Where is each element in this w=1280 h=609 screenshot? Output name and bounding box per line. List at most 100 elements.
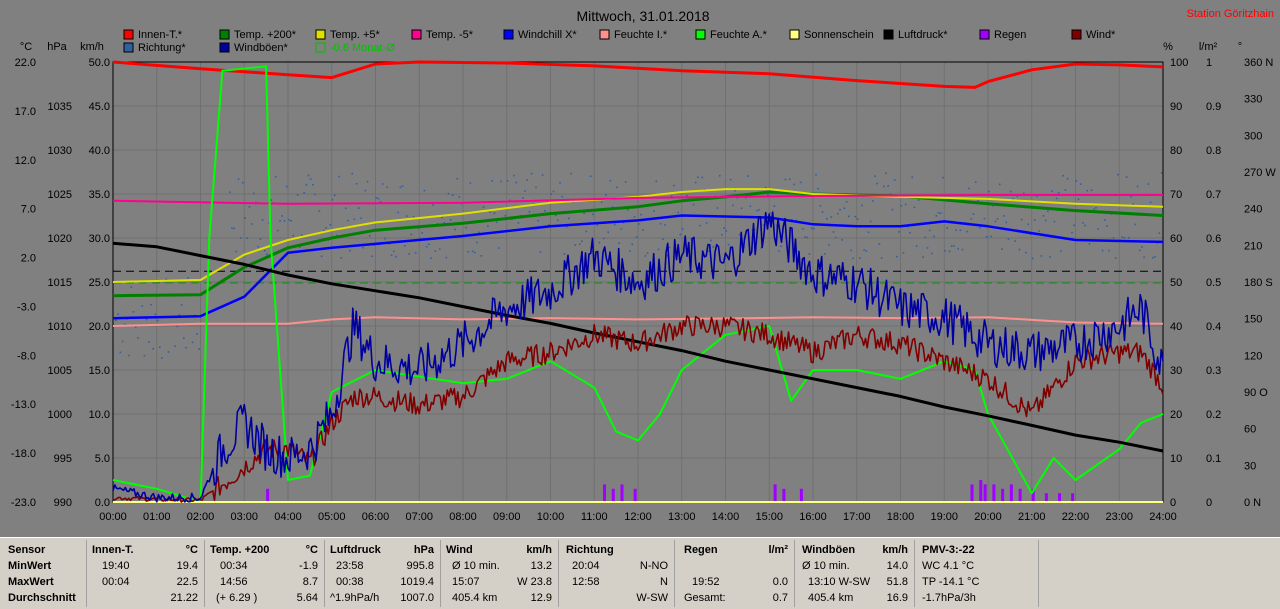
y-tick-pressure: 1015 <box>48 277 72 289</box>
regen-total-value: 0.7 <box>772 592 788 604</box>
direction-dot <box>414 252 417 254</box>
direction-dot <box>802 228 804 230</box>
direction-dot <box>237 178 240 180</box>
direction-dot <box>377 197 380 200</box>
direction-dot <box>854 215 857 218</box>
direction-dot <box>1154 256 1156 258</box>
direction-dot <box>961 248 964 251</box>
y-tick-humidity: 40 <box>1170 321 1182 333</box>
direction-dot <box>946 227 949 229</box>
direction-dot <box>248 205 251 208</box>
x-tick-label: 24:00 <box>1149 511 1177 523</box>
direction-dot <box>878 243 881 245</box>
x-tick-label: 05:00 <box>318 511 346 523</box>
direction-dot <box>985 236 988 238</box>
direction-dot <box>1114 257 1117 259</box>
unit-rain: l/m² <box>1199 41 1218 53</box>
innen-avg-value: 21.22 <box>170 592 198 604</box>
rain-bar <box>782 488 786 502</box>
direction-dot <box>283 220 286 222</box>
direction-dot <box>568 217 570 220</box>
direction-dot <box>1095 207 1097 209</box>
y-tick-temp: -8.0 <box>17 350 36 362</box>
x-tick-label: 01:00 <box>143 511 171 523</box>
direction-dot <box>185 346 187 349</box>
y-tick-direction: 360 N <box>1244 57 1273 69</box>
direction-dot <box>876 182 879 185</box>
legend-swatch <box>695 29 706 40</box>
stats-temp200: Temp. +200 °C 00:34 -1.9 14:56 8.7 (+ 6.29 … <box>206 538 322 609</box>
direction-dot <box>974 181 977 183</box>
direction-dot <box>158 346 161 348</box>
direction-dot <box>813 227 815 230</box>
stats-row-min: MinWert <box>8 560 52 572</box>
direction-dot <box>552 190 555 193</box>
direction-dot <box>686 194 688 197</box>
direction-dot <box>887 184 889 187</box>
legend-label: Feuchte A.* <box>710 29 768 41</box>
unit-pressure: hPa <box>47 41 67 53</box>
direction-dot <box>1077 198 1080 201</box>
y-tick-direction: 180 S <box>1244 277 1273 289</box>
direction-dot <box>399 186 402 189</box>
stats-regen: Regen l/m² 19:52 0.0 Gesamt: 0.7 <box>676 538 792 609</box>
direction-dot <box>471 250 474 253</box>
direction-dot <box>644 255 647 257</box>
direction-dot <box>191 341 194 344</box>
rain-bar <box>773 484 777 502</box>
direction-dot <box>130 286 133 288</box>
direction-dot <box>384 237 386 240</box>
direction-dot <box>721 233 723 236</box>
direction-dot <box>513 174 515 177</box>
y-tick-rain: 0.8 <box>1206 145 1221 157</box>
direction-dot <box>1108 249 1110 252</box>
y-tick-wind: 30.0 <box>89 233 110 245</box>
temp200-max-value: 8.7 <box>302 576 318 588</box>
stats-row-avg: Durchschnitt <box>8 592 76 604</box>
direction-dot <box>428 243 430 246</box>
direction-dot <box>913 206 916 209</box>
pmv-windchill: WC 4.1 °C <box>922 560 975 572</box>
direction-dot <box>1141 246 1143 248</box>
direction-dot <box>850 249 852 252</box>
direction-dot <box>152 347 154 350</box>
direction-dot <box>697 176 699 179</box>
direction-dot <box>1117 173 1119 176</box>
temp200-min-time: 00:34 <box>220 560 248 572</box>
direction-dot <box>325 226 327 229</box>
direction-dot <box>856 218 859 220</box>
statistics-table: Sensor MinWert MaxWert Durchschnitt Inne… <box>0 537 1280 609</box>
direction-dot <box>605 194 607 196</box>
direction-dot <box>1025 251 1027 254</box>
x-tick-label: 14:00 <box>712 511 740 523</box>
direction-dot <box>922 256 924 259</box>
direction-dot <box>506 180 509 182</box>
direction-dot <box>487 225 489 227</box>
direction-dot <box>583 212 585 215</box>
direction-dot <box>425 245 428 248</box>
direction-dot <box>1031 257 1034 260</box>
y-tick-humidity: 0 <box>1170 497 1176 509</box>
direction-dot <box>358 207 360 209</box>
stats-sensor: Sensor MinWert MaxWert Durchschnitt <box>4 538 84 609</box>
direction-dot <box>270 199 273 201</box>
direction-dot <box>406 215 408 217</box>
direction-dot <box>948 250 951 253</box>
direction-dot <box>778 250 780 252</box>
direction-dot <box>266 253 268 256</box>
direction-dot <box>331 198 334 201</box>
y-tick-wind: 15.0 <box>89 365 110 377</box>
direction-dot <box>292 234 294 237</box>
direction-dot <box>1090 189 1093 192</box>
direction-dot <box>830 216 833 218</box>
weather-chart: 00:00 01:00 02:00 03:00 04:00 05:00 06:00 07:00… <box>11 8 1276 523</box>
direction-dot <box>495 221 498 224</box>
direction-dot <box>1040 255 1043 257</box>
y-tick-pressure: 1030 <box>48 145 72 157</box>
direction-dot <box>957 247 959 250</box>
direction-dot <box>1055 197 1058 200</box>
stats-sensor-header: Sensor <box>8 544 46 556</box>
direction-dot <box>937 211 940 214</box>
stats-richtung: Richtung 20:04 N-NO 12:58 N W-SW <box>560 538 672 609</box>
direction-dot <box>355 182 358 185</box>
